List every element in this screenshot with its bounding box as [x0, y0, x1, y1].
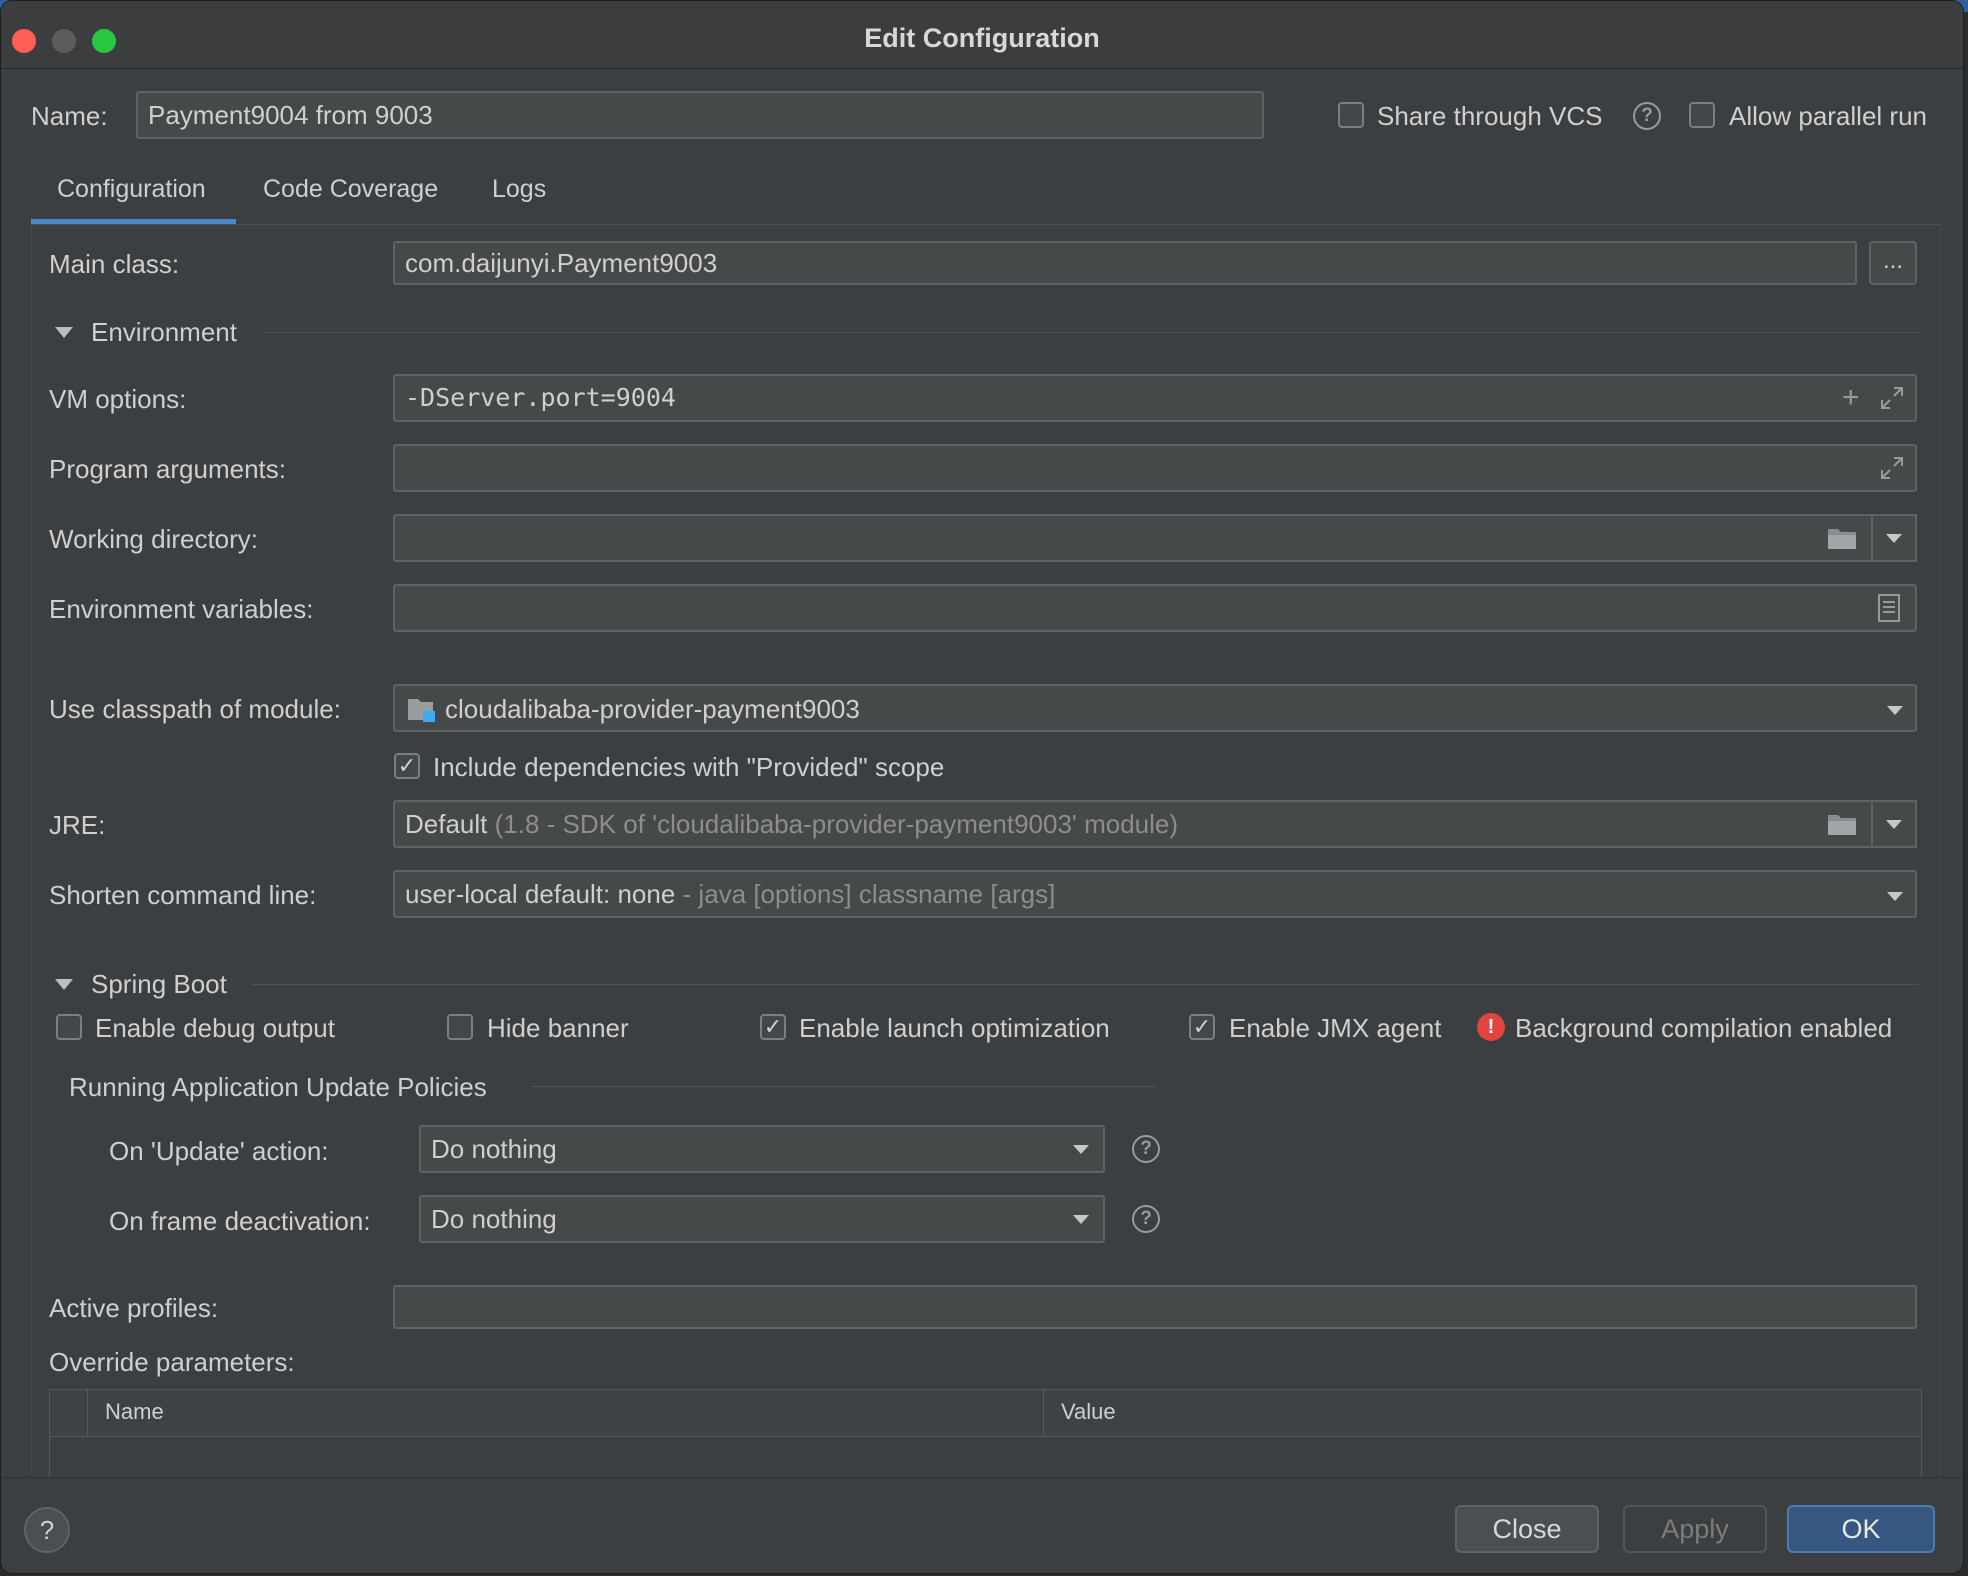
jre-dropdown-button[interactable] [1871, 800, 1917, 848]
column-header-name[interactable]: Name [105, 1399, 164, 1425]
expand-icon[interactable] [1879, 385, 1905, 411]
on-frame-deactivation-dropdown[interactable]: Do nothing [419, 1195, 1105, 1243]
allow-parallel-checkbox[interactable] [1689, 102, 1715, 128]
edit-configuration-dialog: Edit Configuration Name: Payment9004 fro… [0, 0, 1964, 1574]
tab-configuration[interactable]: Configuration [57, 175, 206, 204]
shorten-hint: - java [options] classname [args] [682, 879, 1056, 909]
working-directory-label: Working directory: [49, 524, 259, 554]
table-column-divider [1043, 1389, 1044, 1437]
enable-launch-optimization-label: Enable launch optimization [799, 1013, 1110, 1043]
edit-list-icon[interactable] [1878, 594, 1900, 622]
share-vcs-label: Share through VCS [1377, 101, 1603, 131]
column-header-value[interactable]: Value [1061, 1399, 1116, 1425]
tab-code-coverage[interactable]: Code Coverage [263, 175, 438, 204]
expand-icon[interactable] [1879, 455, 1905, 481]
module-icon [407, 697, 437, 723]
program-arguments-label: Program arguments: [49, 454, 286, 484]
on-update-value: Do nothing [431, 1134, 557, 1164]
environment-variables-input[interactable] [393, 584, 1917, 632]
program-arguments-input[interactable] [393, 444, 1917, 492]
active-profiles-label: Active profiles: [49, 1293, 219, 1323]
main-class-input[interactable]: com.daijunyi.Payment9003 [393, 241, 1857, 285]
on-frame-deactivation-label: On frame deactivation: [109, 1206, 371, 1236]
environment-separator [263, 332, 1918, 333]
hide-banner-checkbox[interactable] [447, 1014, 473, 1040]
chevron-down-icon [1886, 534, 1902, 543]
jre-value: Default [405, 809, 488, 839]
classpath-value: cloudalibaba-provider-payment9003 [445, 694, 860, 724]
classpath-label: Use classpath of module: [49, 694, 341, 724]
classpath-dropdown[interactable]: cloudalibaba-provider-payment9003 [393, 684, 1917, 732]
footer-separator [1, 1477, 1963, 1478]
override-parameters-table-body[interactable] [49, 1437, 1922, 1477]
background-compilation-label: Background compilation enabled [1515, 1013, 1893, 1043]
on-update-dropdown[interactable]: Do nothing [419, 1125, 1105, 1173]
spring-boot-collapse-icon[interactable] [55, 979, 73, 990]
on-frame-deactivation-value: Do nothing [431, 1204, 557, 1234]
vm-options-input[interactable]: -DServer.port=9004 [393, 374, 1917, 422]
active-profiles-input[interactable] [393, 1285, 1917, 1329]
environment-collapse-icon[interactable] [55, 327, 73, 338]
environment-section-title[interactable]: Environment [91, 317, 237, 348]
name-input[interactable]: Payment9004 from 9003 [136, 91, 1264, 139]
add-icon[interactable]: + [1842, 383, 1860, 413]
allow-parallel-label: Allow parallel run [1729, 101, 1927, 131]
chevron-down-icon [1887, 706, 1903, 715]
window-title: Edit Configuration [864, 23, 1100, 53]
help-button[interactable]: ? [24, 1507, 70, 1553]
shorten-command-line-label: Shorten command line: [49, 880, 317, 910]
close-button[interactable]: Close [1455, 1505, 1599, 1553]
share-vcs-help-icon[interactable]: ? [1633, 102, 1661, 130]
on-frame-deactivation-help-icon[interactable]: ? [1132, 1205, 1160, 1233]
error-icon: ! [1477, 1013, 1505, 1041]
shorten-command-line-dropdown[interactable]: user-local default: none - java [options… [393, 870, 1917, 918]
folder-icon[interactable] [1827, 812, 1857, 836]
chevron-down-icon [1073, 1215, 1089, 1224]
on-update-help-icon[interactable]: ? [1132, 1135, 1160, 1163]
enable-jmx-agent-label: Enable JMX agent [1229, 1013, 1442, 1043]
chevron-down-icon [1886, 820, 1902, 829]
folder-icon[interactable] [1827, 526, 1857, 550]
working-directory-dropdown-button[interactable] [1871, 514, 1917, 562]
override-parameters-table-header [49, 1389, 1922, 1437]
enable-debug-output-label: Enable debug output [95, 1013, 335, 1043]
environment-variables-label: Environment variables: [49, 594, 314, 624]
chevron-down-icon [1887, 892, 1903, 901]
enable-jmx-agent-checkbox[interactable]: ✓ [1189, 1014, 1215, 1040]
hide-banner-label: Hide banner [487, 1013, 629, 1043]
share-vcs-checkbox[interactable] [1338, 102, 1364, 128]
working-directory-input[interactable] [393, 514, 1873, 562]
update-policies-title: Running Application Update Policies [69, 1072, 487, 1102]
table-column-divider [87, 1389, 88, 1437]
ok-button[interactable]: OK [1787, 1505, 1935, 1553]
on-update-label: On 'Update' action: [109, 1136, 329, 1166]
vm-options-label: VM options: [49, 384, 187, 414]
enable-launch-optimization-checkbox[interactable]: ✓ [760, 1014, 786, 1040]
main-class-label: Main class: [49, 249, 180, 279]
shorten-value: user-local default: none [405, 879, 676, 909]
include-dependencies-checkbox[interactable]: ✓ [394, 753, 420, 779]
include-dependencies-label: Include dependencies with "Provided" sco… [433, 752, 945, 782]
update-policies-separator [531, 1086, 1156, 1087]
chevron-down-icon [1073, 1145, 1089, 1154]
tab-logs[interactable]: Logs [492, 175, 546, 204]
name-label: Name: [31, 101, 108, 131]
spring-boot-separator [251, 984, 1918, 985]
spring-boot-section-title[interactable]: Spring Boot [91, 969, 227, 1000]
jre-input[interactable]: Default (1.8 - SDK of 'cloudalibaba-prov… [393, 800, 1873, 848]
jre-label: JRE: [49, 810, 106, 840]
jre-hint: (1.8 - SDK of 'cloudalibaba-provider-pay… [494, 809, 1179, 839]
apply-button[interactable]: Apply [1623, 1505, 1767, 1553]
enable-debug-output-checkbox[interactable] [56, 1014, 82, 1040]
override-parameters-label: Override parameters: [49, 1347, 295, 1377]
title-bar: Edit Configuration [1, 1, 1963, 69]
main-class-browse-button[interactable]: ... [1869, 241, 1917, 285]
